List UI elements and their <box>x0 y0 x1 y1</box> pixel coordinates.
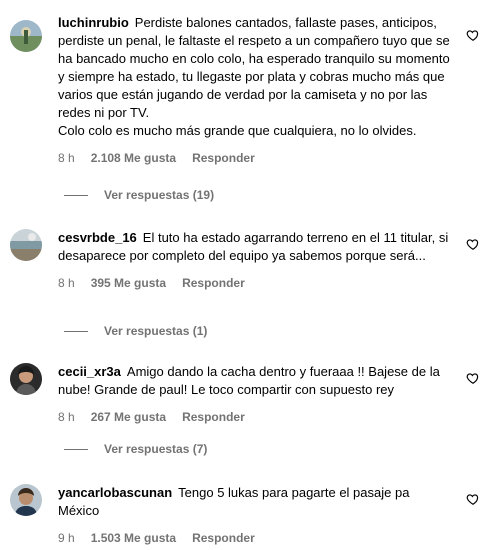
divider-line <box>64 330 88 332</box>
profile-photo-icon <box>10 363 42 395</box>
view-replies-button[interactable]: Ver respuestas (1) <box>58 324 207 338</box>
reply-button[interactable]: Responder <box>192 530 255 546</box>
comment-message: Perdiste balones cantados, fallaste pase… <box>58 15 450 138</box>
heart-icon[interactable] <box>466 492 480 506</box>
reply-button[interactable]: Responder <box>182 409 245 425</box>
likes-count[interactable]: 2.108 Me gusta <box>91 150 176 166</box>
view-replies-label[interactable]: Ver respuestas (1) <box>104 324 207 338</box>
comment-body: yancarlobascunan Tengo 5 lukas para pagar… <box>58 484 454 546</box>
comment-body: luchinrubio Perdiste balones cantados, fa… <box>58 14 454 166</box>
timestamp: 8 h <box>58 151 75 165</box>
comment-meta: 8 h 2.108 Me gusta Responder <box>58 150 454 166</box>
comment-body: cesvrbde_16 El tuto ha estado agarrando t… <box>58 229 454 291</box>
comment-text: cesvrbde_16 El tuto ha estado agarrando t… <box>58 229 454 265</box>
timestamp: 8 h <box>58 410 75 424</box>
avatar[interactable] <box>10 20 42 52</box>
view-replies-button[interactable]: Ver respuestas (7) <box>58 442 207 456</box>
username[interactable]: cesvrbde_16 <box>58 230 137 245</box>
heart-icon[interactable] <box>466 371 480 385</box>
comment-meta: 8 h 395 Me gusta Responder <box>58 275 454 291</box>
view-replies-label[interactable]: Ver respuestas (7) <box>104 442 207 456</box>
divider-line <box>64 448 88 450</box>
profile-photo-icon <box>10 229 42 261</box>
profile-photo-icon <box>10 20 42 52</box>
heart-icon[interactable] <box>466 237 480 251</box>
likes-count[interactable]: 267 Me gusta <box>91 409 166 425</box>
avatar[interactable] <box>10 229 42 261</box>
reply-button[interactable]: Responder <box>192 150 255 166</box>
username[interactable]: luchinrubio <box>58 15 129 30</box>
reply-button[interactable]: Responder <box>182 275 245 291</box>
avatar[interactable] <box>10 484 42 516</box>
timestamp: 9 h <box>58 531 75 545</box>
comment-meta: 9 h 1.503 Me gusta Responder <box>58 530 454 546</box>
likes-count[interactable]: 395 Me gusta <box>91 275 166 291</box>
comment-text: cecii_xr3a Amigo dando la cacha dentro y … <box>58 363 454 399</box>
heart-icon[interactable] <box>466 28 480 42</box>
comment-meta: 8 h 267 Me gusta Responder <box>58 409 454 425</box>
username[interactable]: yancarlobascunan <box>58 485 172 500</box>
divider-line <box>64 194 88 196</box>
likes-count[interactable]: 1.503 Me gusta <box>91 530 176 546</box>
comment-body: cecii_xr3a Amigo dando la cacha dentro y … <box>58 363 454 425</box>
avatar[interactable] <box>10 363 42 395</box>
view-replies-button[interactable]: Ver respuestas (19) <box>58 188 214 202</box>
profile-photo-icon <box>10 484 42 516</box>
comment-text: luchinrubio Perdiste balones cantados, fa… <box>58 14 454 140</box>
comment-text: yancarlobascunan Tengo 5 lukas para pagar… <box>58 484 454 520</box>
view-replies-label[interactable]: Ver respuestas (19) <box>104 188 214 202</box>
timestamp: 8 h <box>58 276 75 290</box>
username[interactable]: cecii_xr3a <box>58 364 121 379</box>
